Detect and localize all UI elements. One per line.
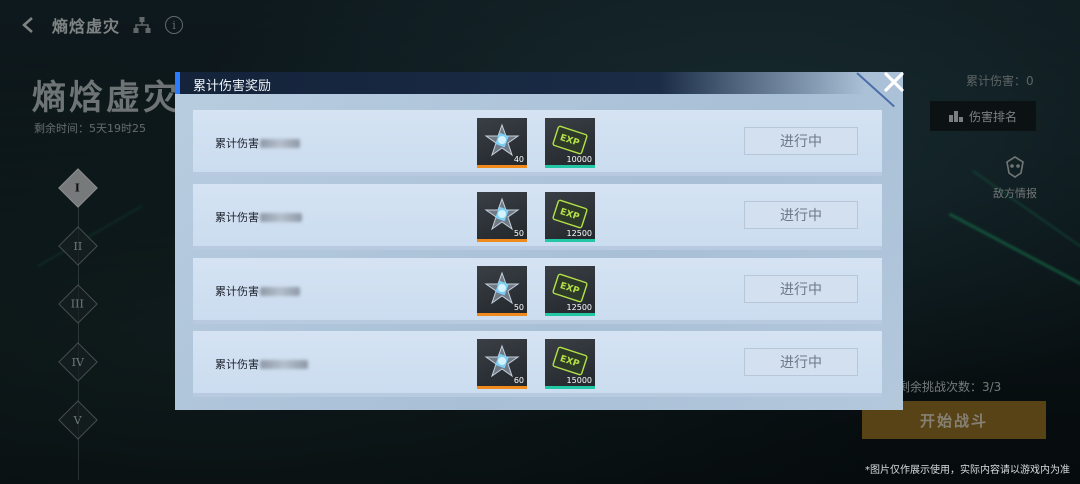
exp-card-item[interactable]: EXP 10000: [545, 118, 595, 168]
exp-card-item[interactable]: EXP 12500: [545, 266, 595, 316]
reward-row: 累计伤害 50 EXP 12500 进行中: [193, 258, 882, 324]
reward-row: 累计伤害 40 EXP 10000 进行中: [193, 110, 882, 176]
reward-threshold: 累计伤害: [215, 209, 302, 225]
reward-threshold: 累计伤害: [215, 283, 300, 299]
rarity-bar: [545, 386, 595, 389]
modal-header: 累计伤害奖励: [175, 72, 865, 94]
reward-row: 累计伤害 60 EXP 15000 进行中: [193, 331, 882, 397]
disclaimer-text: *图片仅作展示使用，实际内容请以游戏内为准: [865, 465, 1070, 476]
star-crystal-item[interactable]: 40: [477, 118, 527, 168]
reward-row: 累计伤害 50 EXP 12500 进行中: [193, 184, 882, 250]
rarity-bar: [477, 386, 527, 389]
status-button[interactable]: 进行中: [744, 127, 858, 155]
status-button[interactable]: 进行中: [744, 275, 858, 303]
redacted-value: [260, 286, 300, 296]
modal-title: 累计伤害奖励: [193, 79, 272, 94]
reward-threshold: 累计伤害: [215, 356, 308, 372]
rarity-bar: [477, 165, 527, 168]
redacted-value: [260, 212, 302, 222]
exp-card-item[interactable]: EXP 15000: [545, 339, 595, 389]
rarity-bar: [545, 165, 595, 168]
status-button[interactable]: 进行中: [744, 348, 858, 376]
star-crystal-item[interactable]: 60: [477, 339, 527, 389]
rarity-bar: [545, 313, 595, 316]
exp-card-item[interactable]: EXP 12500: [545, 192, 595, 242]
rarity-bar: [477, 313, 527, 316]
status-button[interactable]: 进行中: [744, 201, 858, 229]
redacted-value: [260, 359, 308, 369]
close-icon[interactable]: [880, 68, 908, 96]
rarity-bar: [545, 239, 595, 242]
star-crystal-item[interactable]: 50: [477, 192, 527, 242]
redacted-value: [260, 138, 300, 148]
star-crystal-item[interactable]: 50: [477, 266, 527, 316]
reward-threshold: 累计伤害: [215, 135, 300, 151]
rarity-bar: [477, 239, 527, 242]
damage-reward-modal: 累计伤害奖励 累计伤害 40 EXP 10000 进行中 累计伤害 50 EXP…: [175, 72, 903, 410]
